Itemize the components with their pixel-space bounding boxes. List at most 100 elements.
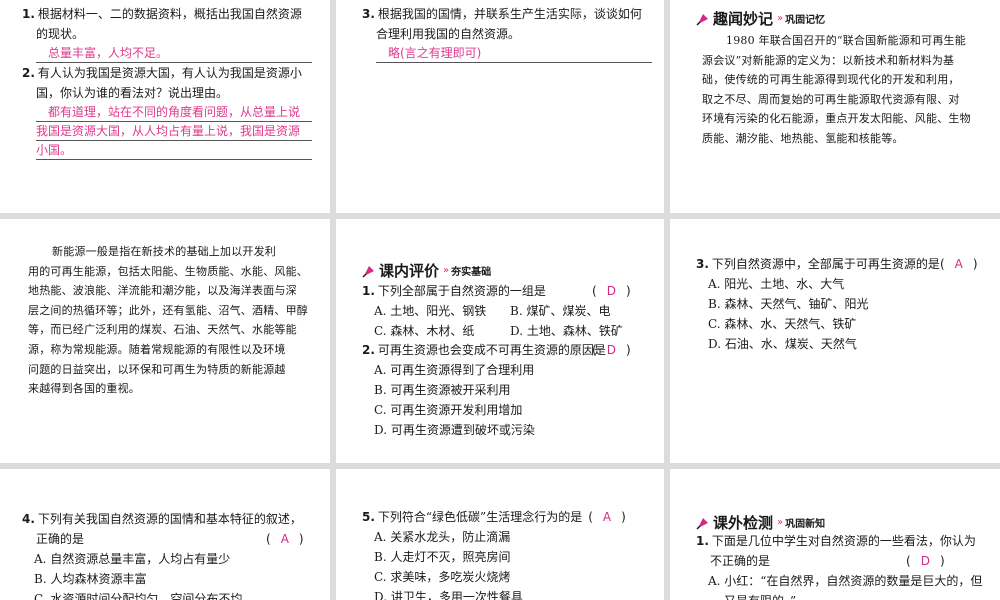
option-b: B. 可再生资源被开采利用 <box>374 383 511 397</box>
option-a: A. 关紧水龙头，防止滴漏 <box>374 530 511 544</box>
new-energy-paragraph: 新能源一般是指在新技术的基础上加以开发利 用的可再生能源，包括太阳能、生物质能、… <box>28 242 318 399</box>
answer-text: 我国是资源大国，从人均占有量上说，我国是资源 <box>36 122 312 141</box>
question-number: 1. <box>696 534 709 548</box>
paragraph-line: 用的可再生能源，包括太阳能、生物质能、水能、风能、 <box>28 264 308 278</box>
option-c: C. 水资源时间分配均匀，空间分布不均 <box>34 592 243 600</box>
paragraph-line: 源会议”对新能源的定义为：以新技术和新材料为基 <box>702 53 955 67</box>
option-a: A. 土地、阳光、钢铁 <box>374 304 487 318</box>
question-text: 的现状。 <box>36 27 85 41</box>
option-b: B. 人走灯不灭，照亮房间 <box>374 550 511 564</box>
option-d: D. 石油、水、煤炭、天然气 <box>708 337 857 351</box>
paragraph-line: 层之间的热循环等；此外，还有氢能、沼气、酒精、甲醇 <box>28 303 308 317</box>
answer-text: 总量丰富，人均不足。 <box>36 44 312 63</box>
question-1: 1. 下面是几位中学生对自然资源的一些看法，你认为 不正确的是(D) A. 小红：… <box>696 531 996 600</box>
question-number: 4. <box>22 512 35 526</box>
question-number: 1. <box>362 284 375 298</box>
section-header: 趣闻妙记 » 巩固记忆 <box>696 8 825 29</box>
question-text: 根据我国的国情，并联系生产生活实际，谈谈如何 <box>377 7 642 21</box>
question-3: 3. 下列自然资源中，全部属于可再生资源的是(A) A. 阳光、土地、水、大气 B… <box>696 254 996 354</box>
option-b: B. 森林、天然气、铀矿、阳光 <box>708 297 869 311</box>
option-d: D. 讲卫生，多用一次性餐具 <box>374 590 523 600</box>
question-text: 不正确的是 <box>710 554 771 568</box>
panel-after-class-test: 课外检测 » 巩固新知 1. 下面是几位中学生对自然资源的一些看法，你认为 不正确… <box>670 469 1000 600</box>
panel-question-3: 3. 根据我国的国情，并联系生产生活实际，谈谈如何 合理利用我国的自然资源。 略(… <box>336 0 664 213</box>
paragraph-line: 1980 年联合国召开的“联合国新能源和可再生能 <box>726 34 966 47</box>
question-text: 合理利用我国的自然资源。 <box>376 27 521 41</box>
option-c: C. 森林、木材、纸 <box>374 324 475 338</box>
answer-choice: D <box>606 284 616 298</box>
paragraph-line: 来越得到各国的重视。 <box>28 382 140 396</box>
option-b: B. 人均森林资源丰富 <box>34 572 147 586</box>
question-2: 2. 有人认为我国是资源大国，有人认为我国是资源小 国，你认为谁的看法对？说出理由… <box>22 63 312 160</box>
option-a: A. 阳光、土地、水、大气 <box>708 277 845 291</box>
answer-choice: A <box>602 510 612 524</box>
bulb-icon <box>362 265 374 278</box>
panel-material-questions: 1. 根据材料一、二的数据资料，概括出我国自然资源 的现状。 总量丰富，人均不足。… <box>0 0 330 213</box>
panel-question-4: 4. 下列有关我国自然资源的国情和基本特征的叙述， 正确的是(A) A. 自然资源… <box>0 469 330 600</box>
option-b: B. 煤矿、煤炭、电 <box>510 304 611 318</box>
answer-text: 略(言之有理即可) <box>376 44 652 63</box>
question-text: 下列自然资源中，全部属于可再生资源的是 <box>711 257 940 271</box>
double-arrow-icon: » <box>777 517 784 528</box>
paragraph-line: 新能源一般是指在新技术的基础上加以开发利 <box>52 245 276 258</box>
answer-text: 小国。 <box>36 141 312 160</box>
answer-choice: A <box>280 532 289 546</box>
question-number: 5. <box>362 510 375 524</box>
question-text: 下列全部属于自然资源的一组是 <box>377 284 546 298</box>
section-subtitle: 巩固记忆 <box>785 15 826 26</box>
option-d: D. 可再生资源遭到破坏或污染 <box>374 423 535 437</box>
question-number: 3. <box>696 257 709 271</box>
bulb-icon <box>696 517 708 530</box>
option-a-continued: 又是有限的。” <box>696 591 996 600</box>
question-number: 2. <box>22 66 35 80</box>
question-text: 下列有关我国自然资源的国情和基本特征的叙述， <box>37 512 302 526</box>
question-text: 下列符合“绿色低碳”生活理念行为的是 <box>377 510 583 524</box>
answer-choice: A <box>954 257 963 271</box>
paragraph-line: 地热能、波浪能、洋流能和潮汐能，以及海洋表面与深 <box>28 284 297 298</box>
section-header: 课内评价 » 夯实基础 <box>362 260 491 281</box>
question-text: 可再生资源也会变成不可再生资源的原因是 <box>377 343 606 357</box>
question-number: 1. <box>22 7 35 21</box>
option-a: A. 自然资源总量丰富，人均占有量少 <box>34 552 231 566</box>
question-text: 国，你认为谁的看法对？说出理由。 <box>36 86 229 100</box>
paragraph-line: 源，称为常规能源。随着常规能源的有限性以及环境 <box>28 342 286 356</box>
section-title: 课外检测 <box>713 514 774 532</box>
section-header: 课外检测 » 巩固新知 <box>696 512 825 533</box>
option-c: C. 可再生资源开发利用增加 <box>374 403 523 417</box>
panel-question-5: 5. 下列符合“绿色低碳”生活理念行为的是(A) A. 关紧水龙头，防止滴漏 B.… <box>336 469 664 600</box>
section-title: 课内评价 <box>379 262 440 280</box>
question-text: 正确的是 <box>36 532 85 546</box>
paragraph-line: 础，使传统的可再生能源得到现代化的开发和利用， <box>702 73 960 87</box>
section-subtitle: 巩固新知 <box>785 519 826 530</box>
question-text: 有人认为我国是资源大国，有人认为我国是资源小 <box>37 66 302 80</box>
paragraph-line: 环境有污染的化石能源，重点开发太阳能、风能、生物 <box>702 112 971 126</box>
option-d: D. 土地、森林、铁矿 <box>510 324 623 338</box>
paragraph-line: 质能、潮汐能、地热能、氢能和核能等。 <box>702 131 904 145</box>
option-c: C. 森林、水、天然气、铁矿 <box>708 317 857 331</box>
paragraph-line: 问题的日益突出，以环保和可再生为特质的新能源越 <box>28 362 286 376</box>
question-text: 下面是几位中学生对自然资源的一些看法，你认为 <box>711 534 976 548</box>
panel-in-class-evaluation: 课内评价 » 夯实基础 1. 下列全部属于自然资源的一组是(D) A. 土地、阳光… <box>336 219 664 463</box>
panel-question-3-renewable: 3. 下列自然资源中，全部属于可再生资源的是(A) A. 阳光、土地、水、大气 B… <box>670 219 1000 463</box>
option-a: A. 小红：“在自然界，自然资源的数量是巨大的，但 <box>708 574 983 588</box>
question-1: 1. 根据材料一、二的数据资料，概括出我国自然资源 的现状。 总量丰富，人均不足。 <box>22 4 312 63</box>
section-title: 趣闻妙记 <box>713 10 774 28</box>
question-2: 2. 可再生资源也会变成不可再生资源的原因是(D) A. 可再生资源得到了合理利用… <box>362 340 662 440</box>
section-subtitle: 夯实基础 <box>451 267 492 278</box>
option-c: C. 求美味，多吃炭火烧烤 <box>374 570 511 584</box>
bulb-icon <box>696 13 708 26</box>
double-arrow-icon: » <box>777 13 784 24</box>
question-5: 5. 下列符合“绿色低碳”生活理念行为的是(A) A. 关紧水龙头，防止滴漏 B.… <box>362 507 662 600</box>
answer-choice: D <box>920 554 930 568</box>
paragraph-line: 等，而已经广泛利用的煤炭、石油、天然气、水能等能 <box>28 323 297 337</box>
fun-fact-paragraph: 1980 年联合国召开的“联合国新能源和可再生能 源会议”对新能源的定义为：以新… <box>702 31 992 149</box>
answer-choice: D <box>606 343 616 357</box>
question-text: 根据材料一、二的数据资料，概括出我国自然资源 <box>37 7 302 21</box>
question-1: 1. 下列全部属于自然资源的一组是(D) A. 土地、阳光、钢铁 B. 煤矿、煤炭、… <box>362 281 662 341</box>
question-3: 3. 根据我国的国情，并联系生产生活实际，谈谈如何 合理利用我国的自然资源。 略(… <box>362 4 652 63</box>
panel-fun-facts: 趣闻妙记 » 巩固记忆 1980 年联合国召开的“联合国新能源和可再生能 源会议… <box>670 0 1000 213</box>
question-4: 4. 下列有关我国自然资源的国情和基本特征的叙述， 正确的是(A) A. 自然资源… <box>22 509 322 600</box>
option-a: A. 可再生资源得到了合理利用 <box>374 363 535 377</box>
question-number: 3. <box>362 7 375 21</box>
answer-text: 都有道理，站在不同的角度看问题，从总量上说 <box>36 103 312 122</box>
